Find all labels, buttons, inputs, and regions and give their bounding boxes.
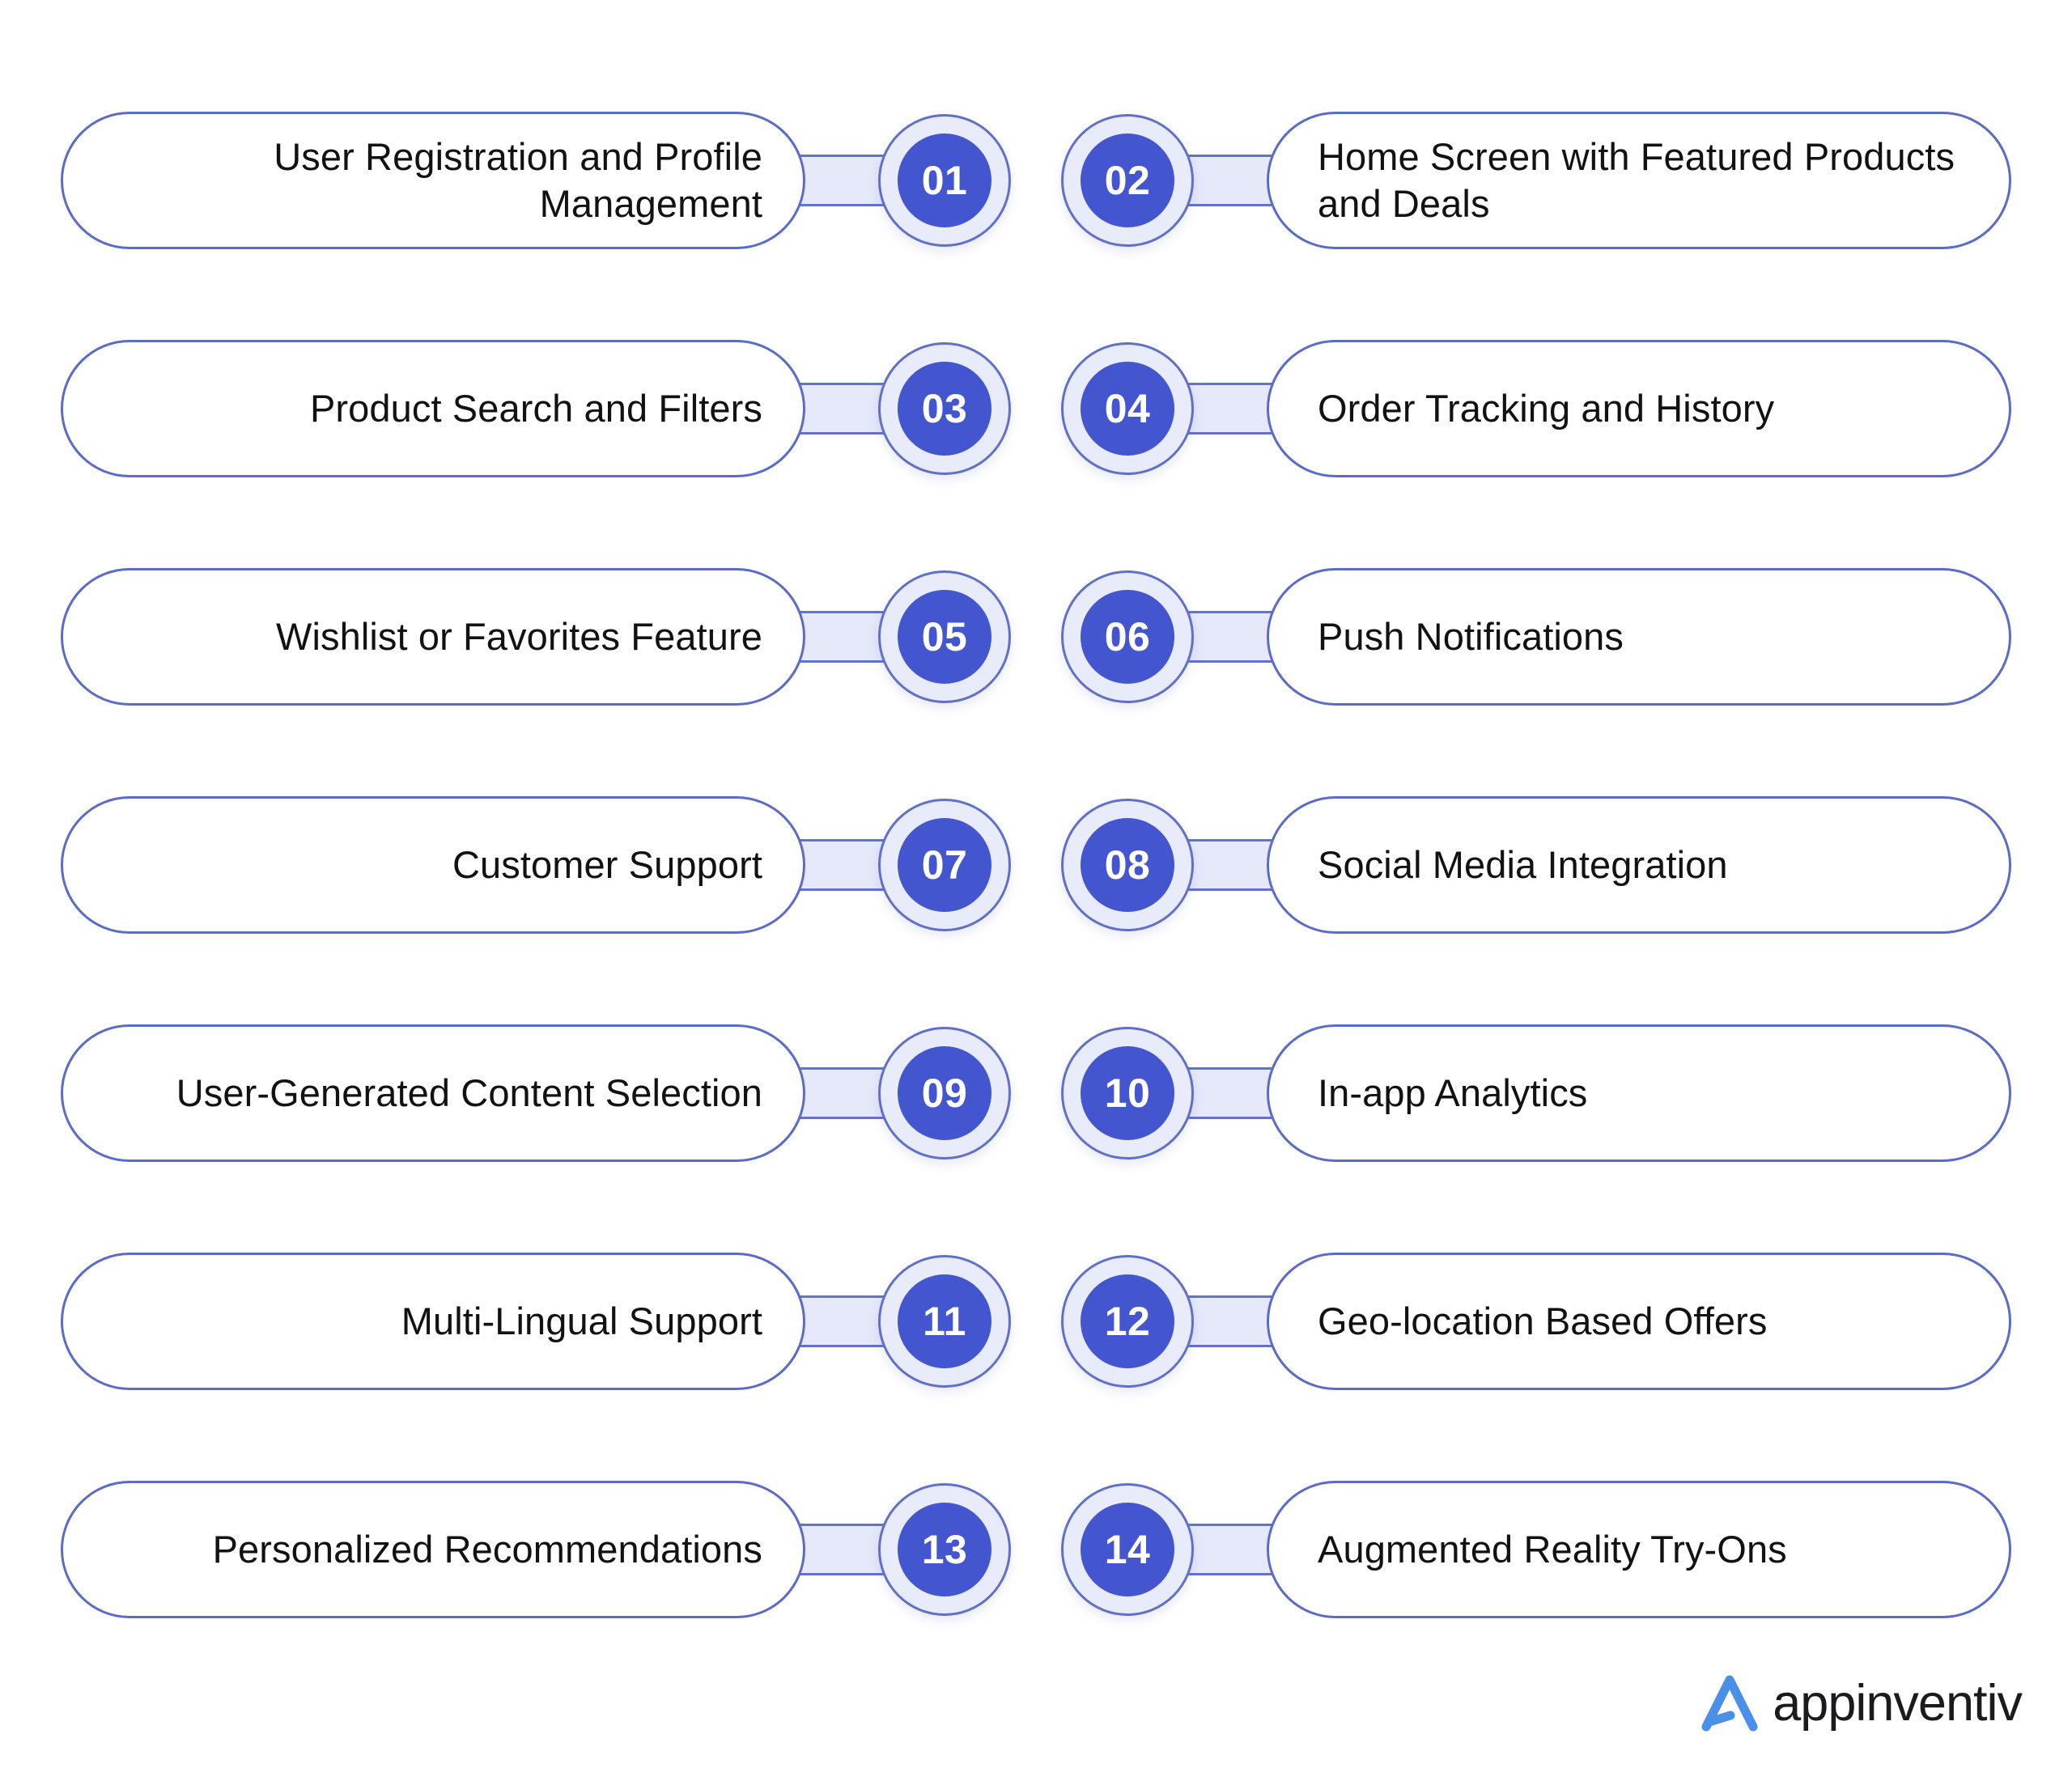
- badge-inner-circle: 10: [1081, 1046, 1174, 1140]
- badge-inner-circle: 05: [898, 590, 991, 684]
- feature-card-14[interactable]: Augmented Reality Try-Ons: [1267, 1481, 2011, 1618]
- feature-card-11[interactable]: Multi-Lingual Support: [61, 1253, 805, 1390]
- feature-card-03[interactable]: Product Search and Filters: [61, 340, 805, 477]
- badge-number: 02: [1104, 158, 1151, 203]
- feature-row: Customer Support 07 08 Social Media Inte…: [0, 796, 2072, 934]
- badge-number: 03: [921, 386, 968, 431]
- badge-number: 09: [921, 1071, 968, 1116]
- feature-card-12[interactable]: Geo-location Based Offers: [1267, 1253, 2011, 1390]
- badge-number: 13: [921, 1527, 968, 1572]
- feature-label: Home Screen with Featured Products and D…: [1318, 134, 1955, 225]
- feature-card-01[interactable]: User Registration and Profile Management: [61, 112, 805, 249]
- feature-label: Personalized Recommendations: [212, 1527, 762, 1571]
- feature-label: Product Search and Filters: [309, 386, 762, 430]
- feature-row: User Registration and Profile Management…: [0, 112, 2072, 249]
- feature-card-07[interactable]: Customer Support: [61, 796, 805, 934]
- badge-number: 01: [921, 158, 968, 203]
- badge-number: 10: [1104, 1071, 1151, 1116]
- badge-number: 11: [923, 1299, 966, 1344]
- feature-badge-09: 09: [878, 1027, 1011, 1160]
- feature-card-10[interactable]: In-app Analytics: [1267, 1024, 2011, 1162]
- feature-card-08[interactable]: Social Media Integration: [1267, 796, 2011, 934]
- feature-label: Multi-Lingual Support: [401, 1299, 762, 1342]
- feature-card-06[interactable]: Push Notifications: [1267, 568, 2011, 706]
- feature-badge-03: 03: [878, 342, 1011, 475]
- badge-number: 06: [1104, 614, 1151, 659]
- badge-number: 08: [1104, 842, 1151, 888]
- badge-number: 07: [921, 842, 968, 888]
- badge-inner-circle: 06: [1081, 590, 1174, 684]
- feature-badge-14: 14: [1061, 1483, 1194, 1616]
- feature-label: Order Tracking and History: [1318, 386, 1775, 430]
- feature-badge-08: 08: [1061, 799, 1194, 931]
- feature-label: User Registration and Profile Management: [274, 134, 762, 225]
- feature-label: Push Notifications: [1318, 614, 1624, 658]
- badge-inner-circle: 09: [898, 1046, 991, 1140]
- appinventiv-a-icon: [1698, 1670, 1761, 1737]
- feature-label: Social Media Integration: [1318, 842, 1728, 886]
- feature-badge-10: 10: [1061, 1027, 1194, 1160]
- feature-row: User-Generated Content Selection 09 10 I…: [0, 1024, 2072, 1162]
- badge-inner-circle: 07: [898, 818, 991, 912]
- feature-badge-11: 11: [878, 1255, 1011, 1388]
- feature-card-13[interactable]: Personalized Recommendations: [61, 1481, 805, 1618]
- feature-badge-02: 02: [1061, 114, 1194, 247]
- badge-inner-circle: 01: [898, 134, 991, 227]
- badge-inner-circle: 08: [1081, 818, 1174, 912]
- feature-label: Geo-location Based Offers: [1318, 1299, 1768, 1342]
- feature-badge-07: 07: [878, 799, 1011, 931]
- badge-inner-circle: 02: [1081, 134, 1174, 227]
- badge-inner-circle: 03: [898, 362, 991, 456]
- badge-inner-circle: 04: [1081, 362, 1174, 456]
- feature-badge-05: 05: [878, 570, 1011, 703]
- badge-inner-circle: 13: [898, 1503, 991, 1596]
- brand-logo: appinventiv: [1698, 1670, 2023, 1737]
- feature-label: User-Generated Content Selection: [176, 1071, 762, 1114]
- badge-inner-circle: 14: [1081, 1503, 1174, 1596]
- feature-badge-04: 04: [1061, 342, 1194, 475]
- feature-label: In-app Analytics: [1318, 1071, 1588, 1114]
- feature-card-09[interactable]: User-Generated Content Selection: [61, 1024, 805, 1162]
- feature-row: Product Search and Filters 03 04 Order T…: [0, 340, 2072, 477]
- feature-row: Wishlist or Favorites Feature 05 06 Push…: [0, 568, 2072, 706]
- feature-list: User Registration and Profile Management…: [0, 112, 2072, 1709]
- feature-card-04[interactable]: Order Tracking and History: [1267, 340, 2011, 477]
- feature-badge-06: 06: [1061, 570, 1194, 703]
- infographic-canvas: User Registration and Profile Management…: [0, 0, 2072, 1768]
- badge-inner-circle: 12: [1081, 1274, 1174, 1368]
- feature-label: Customer Support: [452, 842, 762, 886]
- feature-row: Personalized Recommendations 13 14 Augme…: [0, 1481, 2072, 1618]
- feature-card-05[interactable]: Wishlist or Favorites Feature: [61, 568, 805, 706]
- badge-number: 04: [1104, 386, 1151, 431]
- brand-name: appinventiv: [1773, 1675, 2023, 1732]
- feature-badge-01: 01: [878, 114, 1011, 247]
- feature-card-02[interactable]: Home Screen with Featured Products and D…: [1267, 112, 2011, 249]
- badge-inner-circle: 11: [898, 1274, 991, 1368]
- badge-number: 14: [1104, 1527, 1151, 1572]
- badge-number: 12: [1104, 1299, 1151, 1344]
- badge-number: 05: [921, 614, 968, 659]
- feature-badge-13: 13: [878, 1483, 1011, 1616]
- feature-row: Multi-Lingual Support 11 12 Geo-location…: [0, 1253, 2072, 1390]
- feature-label: Wishlist or Favorites Feature: [275, 614, 762, 658]
- feature-badge-12: 12: [1061, 1255, 1194, 1388]
- feature-label: Augmented Reality Try-Ons: [1318, 1527, 1787, 1571]
